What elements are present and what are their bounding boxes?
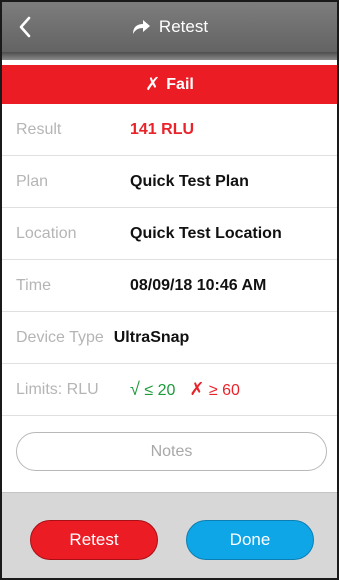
location-label: Location xyxy=(16,224,77,242)
status-banner: ✗ Fail xyxy=(2,65,337,104)
result-label: Result xyxy=(16,120,62,138)
header-divider xyxy=(2,52,337,60)
done-button[interactable]: Done xyxy=(186,520,314,560)
chevron-left-icon xyxy=(19,16,31,38)
app-screen: Retest ✗ Fail Result 141 RLU Plan Quick … xyxy=(0,0,339,580)
time-value: 08/09/18 10:46 AM xyxy=(130,276,267,294)
x-icon: ✗ xyxy=(189,379,205,399)
plan-label: Plan xyxy=(16,172,49,190)
limit-fail-value: ≥ 60 xyxy=(208,382,240,399)
location-value: Quick Test Location xyxy=(130,224,282,242)
detail-row-location: Location Quick Test Location xyxy=(2,208,337,260)
detail-row-result: Result 141 RLU xyxy=(2,104,337,156)
redo-arrow-icon xyxy=(132,20,150,34)
notes-button[interactable]: Notes xyxy=(16,432,327,471)
header-bar: Retest xyxy=(2,2,337,60)
time-label: Time xyxy=(16,276,51,294)
details-list: Result 141 RLU Plan Quick Test Plan Loca… xyxy=(2,104,337,416)
detail-row-limits: Limits: RLU √ ≤ 20 ✗ ≥ 60 xyxy=(2,364,337,416)
detail-row-device-type: Device Type UltraSnap xyxy=(2,312,337,364)
result-value: 141 RLU xyxy=(130,120,195,138)
footer-bar: Retest Done xyxy=(2,492,337,578)
page-title: Retest xyxy=(158,17,209,36)
check-icon: √ xyxy=(130,379,140,399)
limit-fail: ✗ ≥ 60 xyxy=(189,379,240,400)
detail-row-time: Time 08/09/18 10:46 AM xyxy=(2,260,337,312)
plan-value: Quick Test Plan xyxy=(130,172,249,190)
fail-icon: ✗ xyxy=(145,74,161,94)
retest-button[interactable]: Retest xyxy=(30,520,158,560)
device-type-label: Device Type xyxy=(16,328,104,346)
back-button[interactable] xyxy=(2,2,48,52)
limit-pass: √ ≤ 20 xyxy=(130,379,175,400)
header-title-group: Retest xyxy=(2,2,337,52)
detail-row-plan: Plan Quick Test Plan xyxy=(2,156,337,208)
device-type-value: UltraSnap xyxy=(113,328,190,346)
limit-pass-value: ≤ 20 xyxy=(144,382,176,399)
limits-label: Limits: RLU xyxy=(16,380,99,398)
status-text: Fail xyxy=(166,75,194,93)
